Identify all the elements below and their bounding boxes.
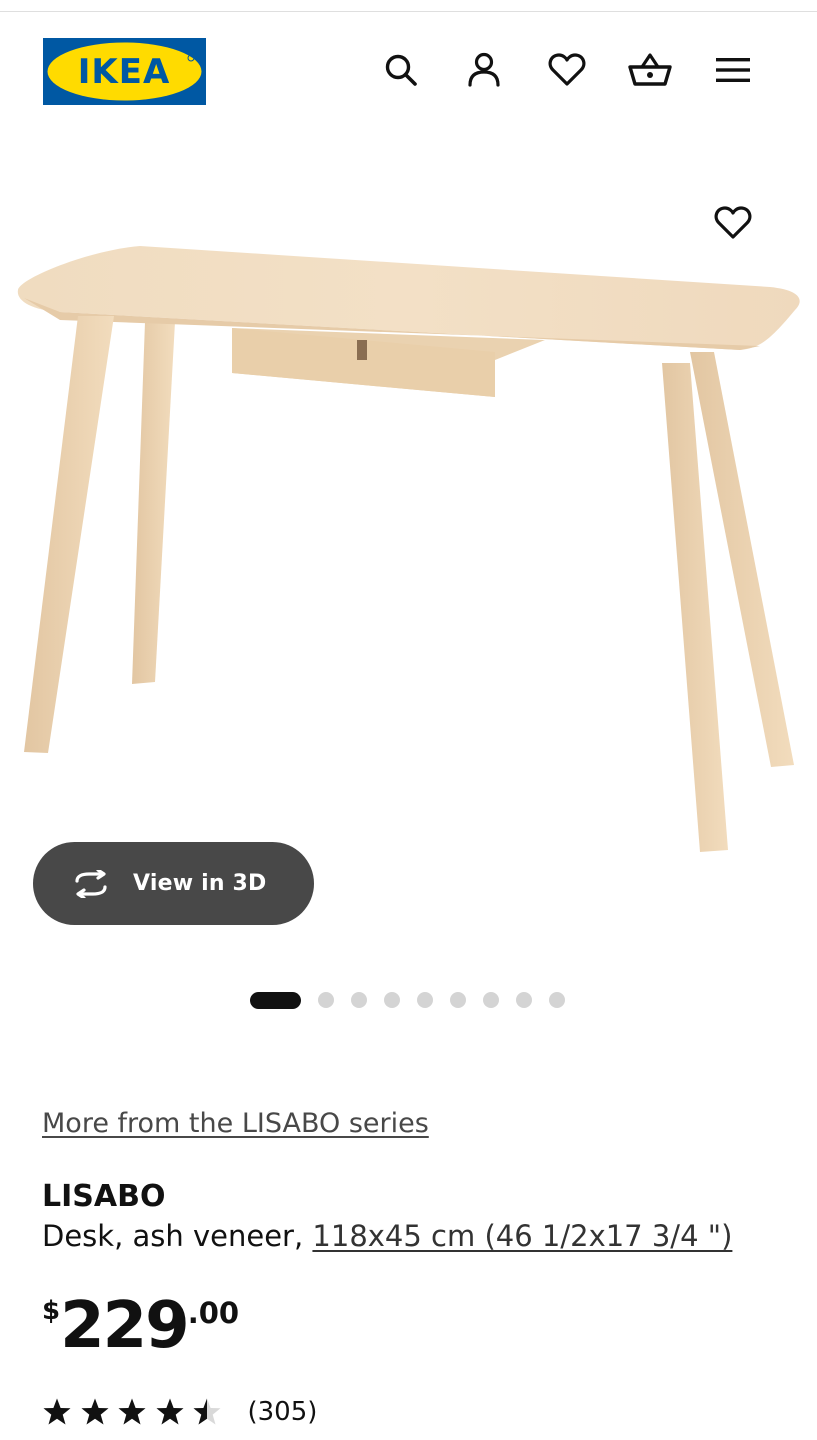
view-in-3d-button[interactable]: View in 3D bbox=[33, 842, 314, 925]
review-count: (305) bbox=[247, 1397, 318, 1427]
basket-icon[interactable] bbox=[628, 48, 672, 92]
view-in-3d-label: View in 3D bbox=[133, 871, 267, 896]
rotate-3d-icon bbox=[69, 869, 113, 899]
star-icon bbox=[81, 1398, 108, 1425]
price-currency: $ bbox=[42, 1296, 61, 1326]
desk-top bbox=[17, 246, 800, 350]
add-to-wishlist-heart-icon[interactable] bbox=[711, 201, 755, 245]
carousel-dot[interactable] bbox=[549, 992, 565, 1008]
product-price: $229.00 bbox=[42, 1290, 239, 1362]
carousel-dot[interactable] bbox=[318, 992, 334, 1008]
carousel-dot[interactable] bbox=[450, 992, 466, 1008]
carousel-dot[interactable] bbox=[417, 992, 433, 1008]
product-name: LISABO bbox=[42, 1179, 166, 1214]
series-link[interactable]: More from the LISABO series bbox=[42, 1108, 429, 1139]
product-image[interactable] bbox=[0, 150, 817, 930]
price-integer: 229 bbox=[60, 1289, 190, 1363]
rating-summary[interactable]: (305) bbox=[42, 1396, 317, 1428]
carousel-dot[interactable] bbox=[483, 992, 499, 1008]
carousel-dot[interactable] bbox=[516, 992, 532, 1008]
star-icon bbox=[118, 1398, 146, 1425]
search-icon[interactable] bbox=[379, 48, 423, 92]
product-description: Desk, ash veneer, 118x45 cm (46 1/2x17 3… bbox=[42, 1219, 732, 1253]
star-icon bbox=[156, 1398, 183, 1425]
carousel-pagination bbox=[250, 990, 582, 1010]
account-icon[interactable] bbox=[462, 48, 506, 92]
star-rating bbox=[42, 1397, 230, 1427]
ikea-logo[interactable]: IKEA bbox=[43, 38, 206, 105]
price-decimal: .00 bbox=[187, 1296, 240, 1330]
desk-leg-back-left bbox=[132, 322, 175, 684]
star-icon bbox=[43, 1398, 71, 1425]
menu-icon[interactable] bbox=[711, 48, 755, 92]
desk-leg-front-left bbox=[24, 316, 114, 753]
top-divider bbox=[0, 11, 817, 12]
wishlist-heart-icon[interactable] bbox=[545, 48, 589, 92]
carousel-dot[interactable] bbox=[250, 991, 301, 1009]
carousel-dot[interactable] bbox=[351, 992, 367, 1008]
product-size-link[interactable]: 118x45 cm (46 1/2x17 3/4 ") bbox=[312, 1219, 732, 1253]
star-icon bbox=[193, 1398, 221, 1425]
carousel-dot[interactable] bbox=[384, 992, 400, 1008]
product-type-text: Desk, ash veneer, bbox=[42, 1219, 313, 1253]
logo-wordmark: IKEA bbox=[78, 52, 171, 92]
